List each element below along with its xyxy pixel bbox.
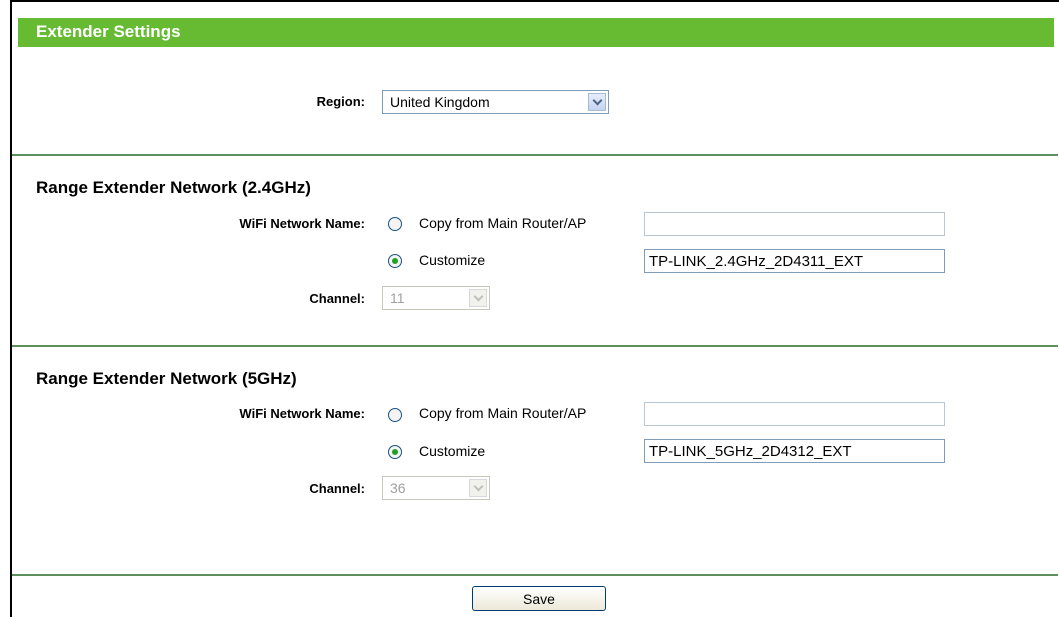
divider xyxy=(12,345,1058,347)
wifi-name-label-5ghz: WiFi Network Name: xyxy=(239,406,365,421)
divider xyxy=(12,154,1058,156)
radio-copy-5ghz[interactable] xyxy=(388,408,402,422)
channel-select-5ghz[interactable]: 36 xyxy=(382,476,490,500)
divider xyxy=(12,574,1058,576)
region-select-value: United Kingdom xyxy=(390,94,490,110)
chevron-down-icon[interactable] xyxy=(469,479,487,497)
channel-value-5ghz: 36 xyxy=(390,480,406,496)
radio-copy-24ghz[interactable] xyxy=(388,217,402,231)
save-button[interactable]: Save xyxy=(472,586,606,611)
channel-label-24ghz: Channel: xyxy=(309,291,365,306)
chevron-down-icon[interactable] xyxy=(469,289,487,307)
channel-select-24ghz[interactable]: 11 xyxy=(382,286,490,310)
wifi-name-label-24ghz: WiFi Network Name: xyxy=(239,216,365,231)
radio-customize-5ghz[interactable] xyxy=(388,445,402,459)
chevron-down-icon[interactable] xyxy=(588,93,606,111)
region-label: Region: xyxy=(316,94,365,109)
copy-ssid-input-24ghz[interactable] xyxy=(644,212,945,236)
section-title-24ghz: Range Extender Network (2.4GHz) xyxy=(36,178,311,197)
radio-customize-label-24ghz: Customize xyxy=(419,252,486,268)
section-header: Extender Settings xyxy=(18,18,1054,47)
radio-customize-24ghz[interactable] xyxy=(388,254,402,268)
custom-ssid-input-24ghz[interactable]: TP-LINK_2.4GHz_2D4311_EXT xyxy=(644,249,945,273)
section-title-5ghz: Range Extender Network (5GHz) xyxy=(36,369,297,388)
page-title: Extender Settings xyxy=(36,22,181,41)
custom-ssid-input-5ghz[interactable]: TP-LINK_5GHz_2D4312_EXT xyxy=(644,439,945,463)
radio-customize-label-5ghz: Customize xyxy=(419,443,486,459)
radio-copy-label-5ghz: Copy from Main Router/AP xyxy=(419,405,587,421)
copy-ssid-input-5ghz[interactable] xyxy=(644,402,945,426)
region-select[interactable]: United Kingdom xyxy=(382,90,609,114)
channel-value-24ghz: 11 xyxy=(390,290,405,306)
radio-copy-label-24ghz: Copy from Main Router/AP xyxy=(419,215,587,231)
channel-label-5ghz: Channel: xyxy=(309,481,365,496)
